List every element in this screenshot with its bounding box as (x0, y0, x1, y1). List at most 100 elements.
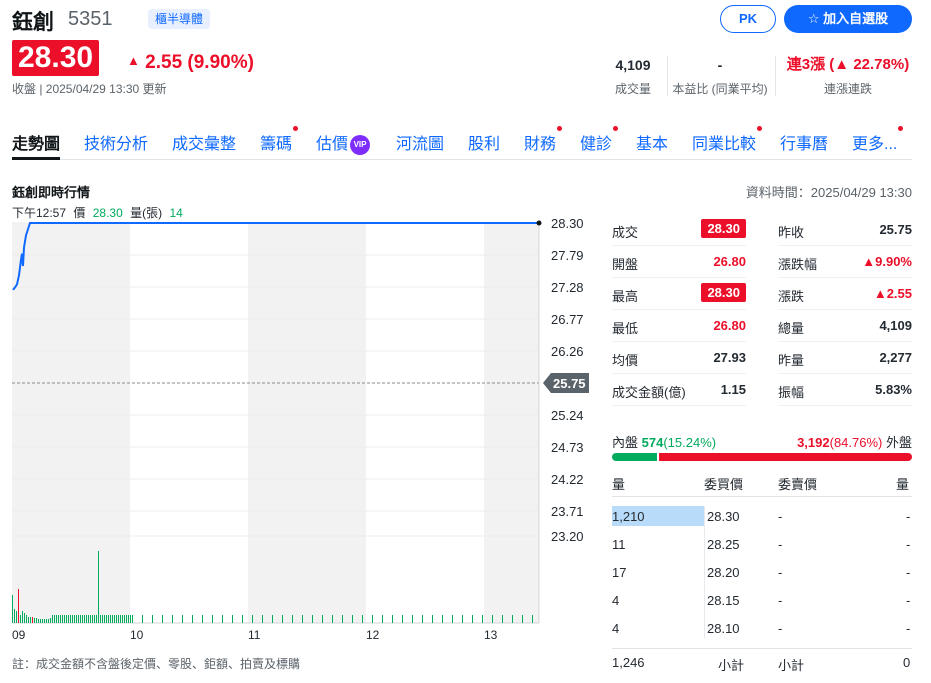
volume-bar (352, 615, 353, 623)
quote-label: 成交金額(億) (612, 385, 686, 400)
volume-bar (38, 619, 39, 623)
current-price: 28.30 (12, 40, 100, 76)
ask-volume: - (906, 621, 911, 636)
ob-header-bid-volume: 量 (612, 477, 626, 492)
volume-bar (48, 619, 49, 623)
quote-row: 成交金額(億) 1.15 (612, 374, 746, 406)
volume-bar (262, 615, 263, 623)
quote-value: ▲9.90% (862, 254, 912, 269)
volume-bar (68, 615, 69, 623)
inner-volume: 內盤 574(15.24%) (612, 432, 716, 451)
tab-label: 更多... (852, 136, 898, 153)
y-tick-label: 24.73 (551, 440, 584, 455)
tab-chips[interactable]: 籌碼 (260, 126, 299, 154)
volume-bar (16, 611, 17, 623)
quote-row: 均價 27.93 (612, 342, 746, 374)
tab-label: 技術分析 (84, 136, 149, 153)
volume-bar (90, 615, 91, 623)
data-time: 資料時間：2025/04/29 13:30 (745, 185, 912, 200)
x-tick-label: 13 (484, 628, 498, 642)
volume-bar (372, 615, 373, 623)
volume-bar (120, 615, 121, 623)
quote-value: ▲2.55 (873, 286, 912, 301)
volume-bar (124, 615, 125, 623)
tab-trades[interactable]: 成交彙整 (172, 130, 236, 154)
ob-header-ask-volume: 量 (896, 477, 910, 492)
bid-price: 28.15 (707, 593, 740, 608)
tab-river-chart[interactable]: 河流圖 (396, 130, 444, 154)
y-tick-label: 27.28 (551, 280, 584, 295)
quote-label: 昨量 (778, 353, 805, 368)
quote-row: 振幅 5.83% (778, 374, 912, 406)
inner-value: 574 (641, 435, 664, 450)
volume-bar (102, 615, 103, 623)
active-tab-underline (12, 157, 60, 160)
ob-header-ask-price: 委賣價 (778, 477, 818, 492)
volume-bar (162, 615, 163, 623)
volume-bar (442, 615, 443, 623)
quote-value: 26.80 (713, 254, 746, 269)
tab-valuation[interactable]: 估價 VIP (316, 130, 371, 155)
volume-bar (272, 615, 273, 623)
ob-header-bid-price: 委買價 (704, 477, 744, 492)
volume-bar (126, 615, 127, 623)
volume-bar (128, 615, 129, 623)
tab-trend[interactable]: 走勢圖 (12, 130, 60, 154)
price-change: ▲ 2.55 (9.90%) (127, 52, 254, 74)
market-badge[interactable]: 櫃半導體 (148, 9, 211, 29)
volume-bar (20, 615, 21, 623)
tab-more[interactable]: 更多... (852, 126, 904, 154)
tab-label: 基本 (636, 136, 669, 153)
stat-volume: 4,109 成交量 (600, 56, 666, 97)
intraday-chart[interactable]: 28.30 27.79 27.28 26.77 26.26 25.24 24.73 24.22… (12, 218, 597, 628)
tab-label: 估價 (316, 136, 349, 153)
volume-bar (110, 615, 111, 623)
tab-peer-compare[interactable]: 同業比較 (692, 126, 763, 154)
tab-technical[interactable]: 技術分析 (84, 130, 148, 154)
y-tick-label: 26.26 (551, 344, 584, 359)
tab-label: 財務 (524, 136, 557, 153)
volume-bar (28, 617, 29, 623)
total-bid-volume: 1,246 (612, 655, 645, 670)
volume-bar (382, 615, 383, 623)
stock-name: 鈺創 (12, 11, 54, 34)
quote-left-column: 成交 28.30 開盤 26.80 最高 28.30 最低 26.80 均價 27.93 … (612, 214, 746, 406)
tab-financials[interactable]: 財務 (524, 126, 563, 154)
quote-value: 1.15 (720, 382, 746, 397)
bid-price: 28.20 (707, 565, 740, 580)
tab-calendar[interactable]: 行事曆 (780, 130, 828, 154)
bid-price: 28.25 (707, 537, 740, 552)
tab-health[interactable]: 健診 (580, 126, 619, 154)
x-tick-label: 12 (366, 628, 380, 642)
bid-price: 28.10 (707, 621, 740, 636)
volume-bar (66, 615, 67, 623)
volume-bar (482, 615, 483, 623)
quote-row: 成交 28.30 (612, 214, 746, 246)
bid-volume: 17 (612, 565, 627, 580)
quote-row: 昨量 2,277 (778, 342, 912, 374)
up-triangle-icon: ▲ (127, 53, 140, 68)
tab-dividend[interactable]: 股利 (468, 130, 500, 154)
new-dot-icon (293, 126, 299, 131)
volume-bar (106, 615, 107, 623)
volume-bar (108, 615, 109, 623)
y-tick-label: 23.20 (551, 529, 584, 544)
pk-button[interactable]: PK (720, 5, 776, 33)
volume-bar (74, 615, 75, 623)
tab-label: 成交彙整 (172, 136, 237, 153)
volume-bar (152, 615, 153, 623)
quote-label: 成交 (612, 225, 639, 240)
volume-bar (132, 615, 133, 623)
volume-bar (312, 615, 313, 623)
add-to-watchlist-button[interactable]: ☆ 加入自選股 (784, 5, 912, 33)
volume-bar (22, 611, 23, 623)
tab-basic[interactable]: 基本 (636, 130, 668, 154)
last-price-dot (536, 220, 542, 226)
volume-bar (332, 615, 333, 623)
y-tick-label: 28.30 (551, 218, 584, 231)
ask-price: - (778, 593, 783, 608)
new-dot-icon (898, 126, 904, 131)
tab-label: 走勢圖 (12, 136, 61, 153)
stat-streak-label: 連漲連跌 (823, 82, 872, 96)
bid-volume: 1,210 (612, 509, 645, 524)
